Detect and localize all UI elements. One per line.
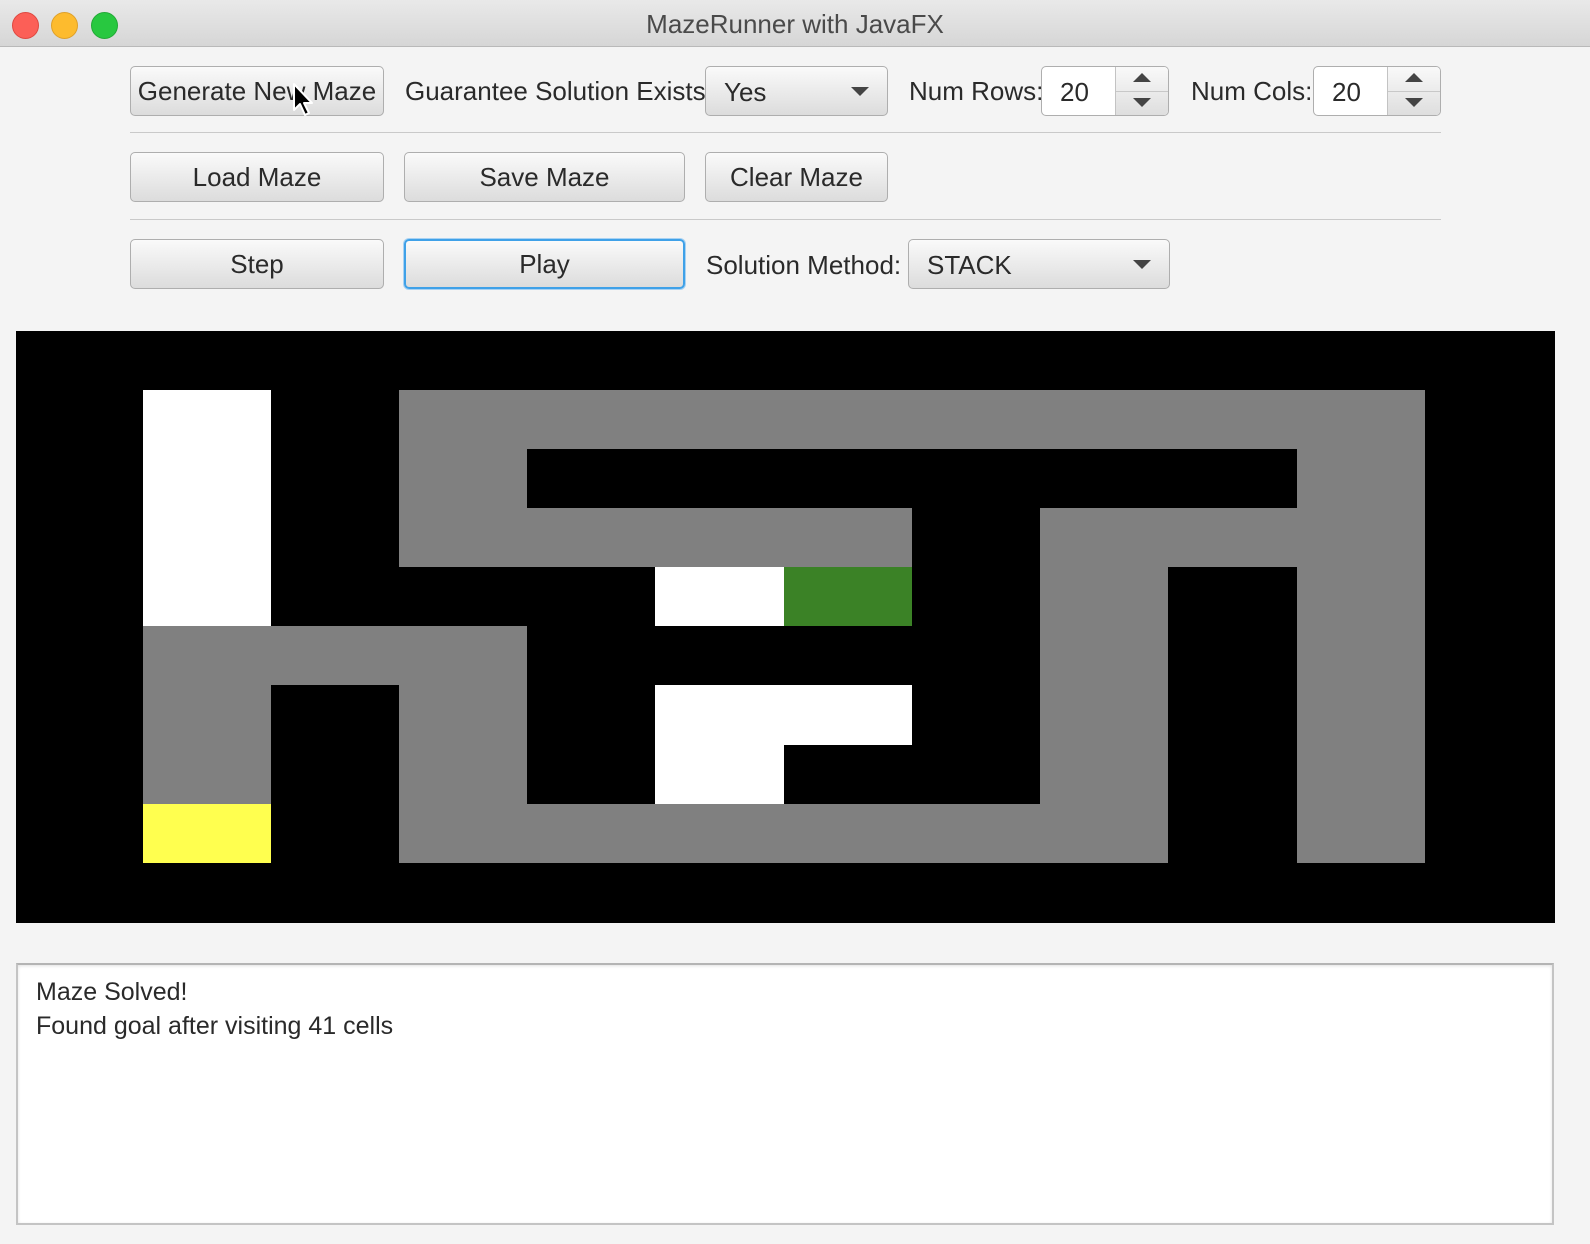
chevron-down-icon: [851, 87, 869, 96]
goal-cell: [143, 804, 271, 863]
solution-method-select[interactable]: STACK: [908, 239, 1170, 289]
generate-new-maze-button[interactable]: Generate New Maze: [130, 66, 384, 116]
separator: [130, 219, 1441, 220]
log-line: Maze Solved!: [36, 978, 188, 1006]
save-maze-button[interactable]: Save Maze: [404, 152, 685, 202]
play-button[interactable]: Play: [404, 239, 685, 289]
maze-canvas[interactable]: [16, 331, 1555, 923]
num-cols-arrows: [1387, 67, 1440, 115]
app-window: MazeRunner with JavaFX Generate New Maze…: [0, 0, 1590, 1244]
guarantee-solution-select[interactable]: Yes: [705, 66, 888, 116]
arrow-down-icon: [1405, 98, 1423, 107]
mouse-cursor-icon: [293, 83, 313, 116]
num-rows-arrows: [1115, 67, 1168, 115]
separator: [130, 132, 1441, 133]
clear-maze-button[interactable]: Clear Maze: [705, 152, 888, 202]
num-rows-value[interactable]: 20: [1060, 77, 1089, 107]
maze-grid: [143, 390, 1425, 863]
step-button[interactable]: Step: [130, 239, 384, 289]
title-bar: MazeRunner with JavaFX: [0, 0, 1590, 47]
num-rows-spinner: 20: [1041, 66, 1169, 116]
solution-method-value: STACK: [927, 250, 1012, 280]
num-cols-value[interactable]: 20: [1332, 77, 1361, 107]
num-rows-decrement-button[interactable]: [1116, 91, 1168, 115]
output-log[interactable]: Maze Solved! Found goal after visiting 4…: [16, 963, 1554, 1225]
arrow-up-icon: [1405, 73, 1423, 82]
chevron-down-icon: [1133, 260, 1151, 269]
num-cols-increment-button[interactable]: [1388, 67, 1440, 92]
num-rows-label: Num Rows:: [909, 76, 1044, 106]
arrow-up-icon: [1133, 73, 1151, 82]
num-rows-increment-button[interactable]: [1116, 67, 1168, 92]
num-cols-label: Num Cols:: [1191, 76, 1313, 106]
guarantee-solution-label: Guarantee Solution Exists:: [405, 76, 713, 106]
num-cols-decrement-button[interactable]: [1388, 91, 1440, 115]
guarantee-solution-value: Yes: [724, 77, 767, 107]
arrow-down-icon: [1133, 98, 1151, 107]
num-cols-spinner: 20: [1313, 66, 1441, 116]
start-cell: [784, 567, 912, 626]
solution-method-label: Solution Method:: [706, 250, 902, 280]
window-title: MazeRunner with JavaFX: [646, 9, 944, 39]
load-maze-button[interactable]: Load Maze: [130, 152, 384, 202]
log-line: Found goal after visiting 41 cells: [36, 1012, 394, 1040]
